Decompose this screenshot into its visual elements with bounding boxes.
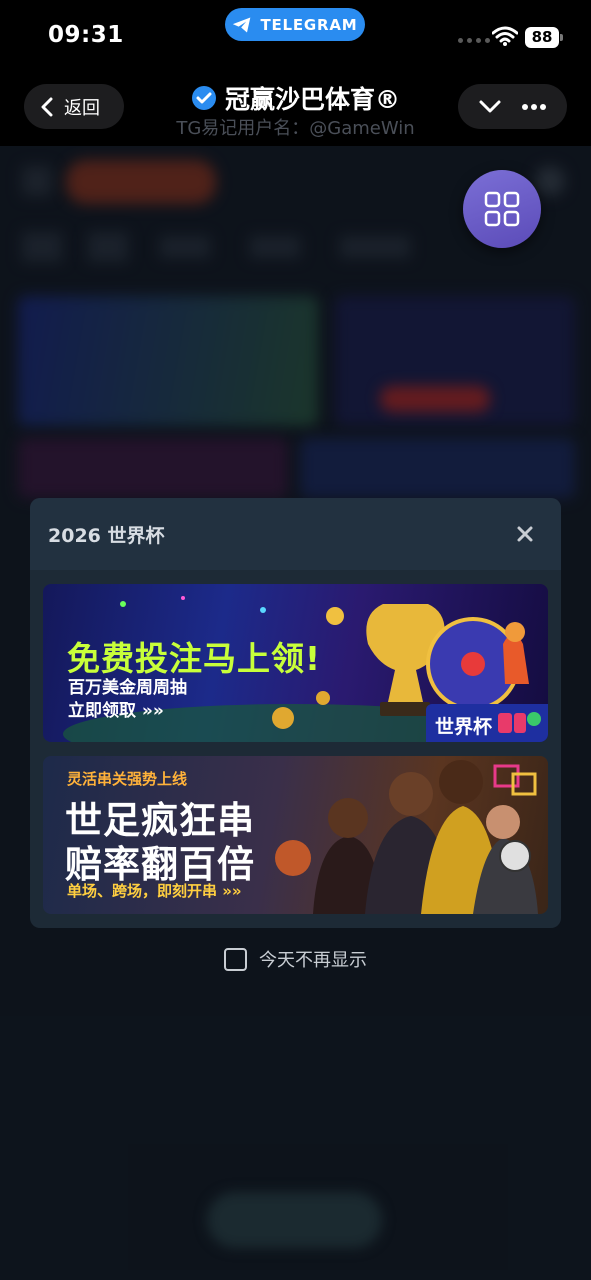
wifi-icon [492, 26, 518, 46]
clock: 09:31 [48, 22, 124, 48]
banner1-tag-label: 世界杯 [435, 716, 493, 738]
telegram-pill[interactable]: TELEGRAM [225, 8, 365, 41]
world-cup-2026-logo [498, 712, 541, 733]
grid-icon [484, 191, 520, 227]
banner2-kicker: 灵活串关强势上线 [67, 770, 188, 788]
promo-modal: 2026 世界杯 免费投注马上领! 百万美金周周抽 立即领取 »» 世界杯 灵活… [30, 498, 561, 928]
dont-show-checkbox[interactable] [224, 947, 247, 971]
status-bar: 09:31 TELEGRAM 88 [0, 0, 591, 74]
telegram-label: TELEGRAM [260, 15, 358, 34]
banner1-tag: 世界杯 [426, 704, 548, 742]
verified-badge-icon [191, 86, 216, 110]
more-options-icon[interactable] [521, 103, 547, 111]
page-title: 冠赢沙巴体育® [224, 85, 400, 114]
banner2-line: 单场、跨场，即刻开串 »» [67, 882, 242, 900]
close-icon[interactable] [515, 524, 535, 544]
modal-header: 2026 世界杯 [30, 498, 561, 570]
header-menu-pill [458, 84, 567, 129]
battery-tip [560, 34, 563, 41]
banner1-line2: 立即领取 »» [68, 701, 164, 721]
promo-banner-free-bet[interactable]: 免费投注马上领! 百万美金周周抽 立即领取 »» 世界杯 [43, 584, 548, 742]
banner1-line1: 百万美金周周抽 [68, 678, 187, 698]
telegram-plane-icon [233, 17, 251, 32]
modal-title: 2026 世界杯 [48, 525, 165, 547]
signal-icon [458, 38, 490, 43]
blurred-bottom-button [207, 1192, 382, 1248]
dont-show-label: 今天不再显示 [259, 950, 367, 971]
promo-banner-parlay[interactable]: 灵活串关强势上线 世足疯狂串 赔率翻百倍 单场、跨场，即刻开串 »» [43, 756, 548, 914]
battery-icon: 88 [525, 27, 559, 48]
apps-grid-button[interactable] [463, 170, 541, 248]
chevron-down-icon[interactable] [478, 99, 502, 115]
dont-show-today[interactable]: 今天不再显示 [224, 946, 367, 972]
mini-app-header: 返回 冠赢沙巴体育® TG易记用户名：@GameWin [0, 74, 591, 146]
